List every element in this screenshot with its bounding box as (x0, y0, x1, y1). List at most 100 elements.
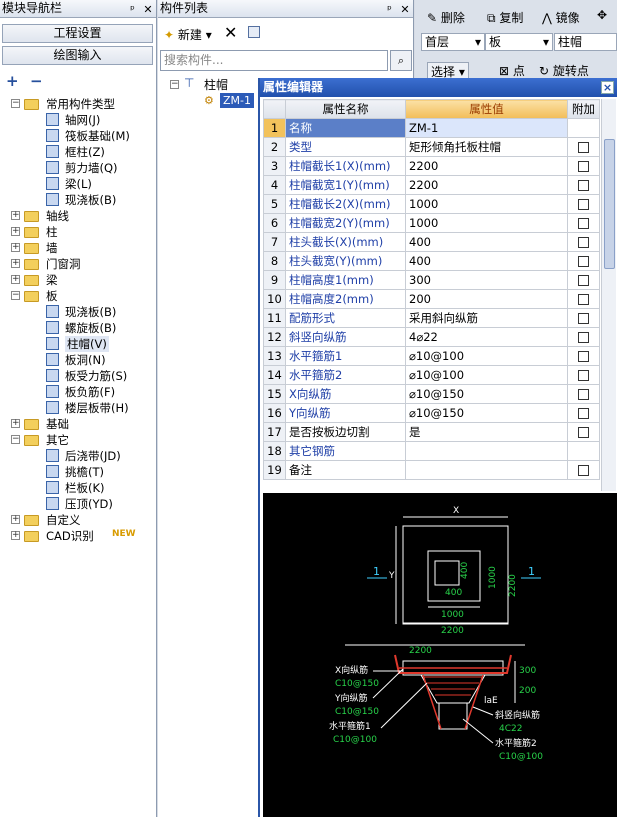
comp-tree-item[interactable]: ZM-1 (220, 93, 254, 108)
type-select[interactable]: 柱帽 (554, 33, 617, 51)
tree-item[interactable]: 现浇板(B) (0, 304, 155, 320)
property-value[interactable]: ZM-1 (405, 118, 568, 138)
property-row[interactable]: 13 水平箍筋1 ⌀10@100 (263, 346, 600, 366)
add-checkbox[interactable] (578, 427, 589, 438)
tree-folder[interactable]: + 梁 (0, 272, 155, 288)
expand-icon[interactable]: + (11, 227, 20, 236)
project-settings-button[interactable]: 工程设置 (2, 24, 153, 43)
copy-icon[interactable] (248, 26, 260, 38)
property-row[interactable]: 5 柱帽截长2(X)(mm) 1000 (263, 194, 600, 214)
comp-tree-root[interactable]: 柱帽 (204, 76, 228, 93)
property-value[interactable]: 2200 (405, 175, 568, 195)
search-input[interactable]: 搜索构件... (160, 50, 388, 71)
tree-folder[interactable]: + 墙 (0, 240, 155, 256)
tree-folder[interactable]: − 板 (0, 288, 155, 304)
property-row[interactable]: 7 柱头截长(X)(mm) 400 (263, 232, 600, 252)
property-row[interactable]: 6 柱帽截宽2(Y)(mm) 1000 (263, 213, 600, 233)
add-checkbox[interactable] (578, 370, 589, 381)
pin-icon[interactable]: ᵖ (127, 1, 139, 18)
draw-input-button[interactable]: 绘图输入 (2, 46, 153, 65)
collapse-icon[interactable]: − (11, 435, 20, 444)
tree-collapse-icon[interactable]: − (170, 80, 179, 89)
tree-folder[interactable]: + CAD识别 NEW (0, 528, 155, 544)
copy-button[interactable]: ⧉ 复制 (487, 9, 523, 26)
property-value[interactable]: ⌀10@150 (405, 384, 568, 404)
tree-item[interactable]: 楼层板带(H) (0, 400, 155, 416)
property-value[interactable]: ⌀10@150 (405, 403, 568, 423)
property-value[interactable]: ⌀10@100 (405, 365, 568, 385)
property-row[interactable]: 18 其它钢筋 (263, 441, 600, 461)
add-checkbox[interactable] (578, 389, 589, 400)
property-value[interactable]: 1000 (405, 213, 568, 233)
property-row[interactable]: 19 备注 (263, 460, 600, 480)
property-value[interactable]: 4⌀22 (405, 327, 568, 347)
add-checkbox[interactable] (578, 332, 589, 343)
tree-folder[interactable]: + 轴线 (0, 208, 155, 224)
search-icon[interactable]: ⌕ (390, 50, 412, 71)
add-checkbox[interactable] (578, 313, 589, 324)
property-row[interactable]: 2 类型 矩形倾角托板柱帽 (263, 137, 600, 157)
property-row[interactable]: 9 柱帽高度1(mm) 300 (263, 270, 600, 290)
point-button[interactable]: ⊠ 点 (499, 62, 525, 79)
property-value[interactable]: 400 (405, 251, 568, 271)
tree-item[interactable]: 柱帽(V) (0, 336, 155, 352)
expand-icon[interactable]: + (11, 531, 20, 540)
add-checkbox[interactable] (578, 275, 589, 286)
property-value[interactable]: 400 (405, 232, 568, 252)
tree-item[interactable]: 梁(L) (0, 176, 155, 192)
scroll-thumb[interactable] (604, 139, 615, 269)
property-value[interactable]: 采用斜向纵筋 (405, 308, 568, 328)
property-value[interactable]: ⌀10@100 (405, 346, 568, 366)
tree-folder[interactable]: + 基础 (0, 416, 155, 432)
add-checkbox[interactable] (578, 161, 589, 172)
add-checkbox[interactable] (578, 199, 589, 210)
close-icon[interactable]: ✕ (142, 1, 154, 18)
move-icon[interactable]: ✥ (597, 8, 607, 22)
tree-item[interactable]: 筏板基础(M) (0, 128, 155, 144)
close-icon[interactable]: × (601, 81, 614, 94)
tree-item[interactable]: 螺旋板(B) (0, 320, 155, 336)
property-row[interactable]: 4 柱帽截宽1(Y)(mm) 2200 (263, 175, 600, 195)
add-checkbox[interactable] (578, 256, 589, 267)
property-row[interactable]: 8 柱头截宽(Y)(mm) 400 (263, 251, 600, 271)
add-checkbox[interactable] (578, 408, 589, 419)
property-value[interactable]: 1000 (405, 194, 568, 214)
add-checkbox[interactable] (578, 294, 589, 305)
tree-item[interactable]: 剪力墙(Q) (0, 160, 155, 176)
category-select[interactable]: 板 ▾ (485, 33, 553, 51)
expand-icon[interactable]: + (11, 419, 20, 428)
expand-icon[interactable]: + (11, 275, 20, 284)
expand-icon[interactable]: + (11, 211, 20, 220)
property-row[interactable]: 12 斜竖向纵筋 4⌀22 (263, 327, 600, 347)
delete-x-icon[interactable]: ✕ (224, 23, 237, 42)
tree-folder[interactable]: + 柱 (0, 224, 155, 240)
mirror-button[interactable]: ⋀ 镜像 (542, 9, 580, 26)
new-component-button[interactable]: ✦ 新建 ▾ (164, 26, 212, 43)
tree-item[interactable]: 后浇带(JD) (0, 448, 155, 464)
property-value[interactable]: 200 (405, 289, 568, 309)
tree-item[interactable]: 框柱(Z) (0, 144, 155, 160)
add-checkbox[interactable] (578, 465, 589, 476)
property-value[interactable] (405, 441, 568, 461)
tree-item[interactable]: 挑檐(T) (0, 464, 155, 480)
expand-icon[interactable]: + (11, 259, 20, 268)
property-value[interactable] (405, 460, 568, 480)
expand-icon[interactable]: + (11, 515, 20, 524)
tree-item[interactable]: 轴网(J) (0, 112, 155, 128)
tree-item[interactable]: 板受力筋(S) (0, 368, 155, 384)
property-row[interactable]: 11 配筋形式 采用斜向纵筋 (263, 308, 600, 328)
property-row[interactable]: 15 X向纵筋 ⌀10@150 (263, 384, 600, 404)
property-value[interactable]: 300 (405, 270, 568, 290)
property-value[interactable]: 是 (405, 422, 568, 442)
property-row[interactable]: 1 名称 ZM-1 (263, 118, 600, 138)
tree-folder[interactable]: + 门窗洞 (0, 256, 155, 272)
tree-item[interactable]: 板负筋(F) (0, 384, 155, 400)
property-row[interactable]: 16 Y向纵筋 ⌀10@150 (263, 403, 600, 423)
rotate-point-button[interactable]: ↻ 旋转点 (539, 62, 589, 79)
pin-icon[interactable]: ᵖ (384, 1, 396, 18)
tree-item[interactable]: 栏板(K) (0, 480, 155, 496)
tree-item[interactable]: 现浇板(B) (0, 192, 155, 208)
collapse-icon[interactable]: − (11, 291, 20, 300)
add-checkbox[interactable] (578, 142, 589, 153)
floor-select[interactable]: 首层 ▾ (421, 33, 485, 51)
